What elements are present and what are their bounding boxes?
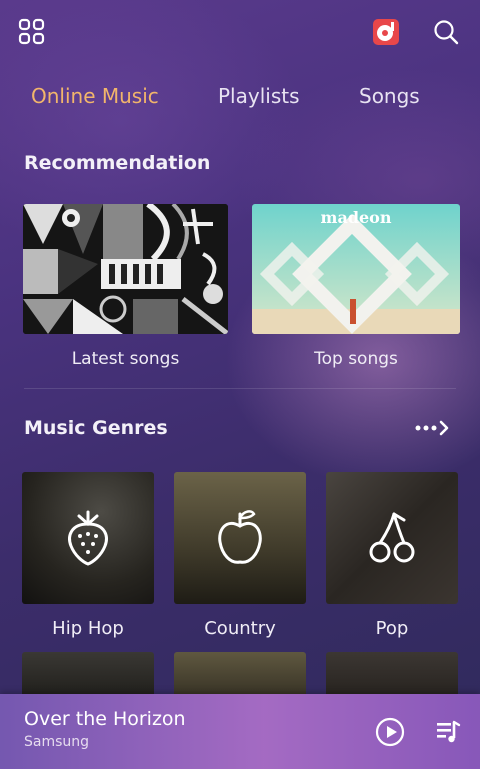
album-art-text: madeon — [320, 208, 392, 227]
top-songs-card[interactable]: madeon Top songs — [252, 204, 460, 374]
genre-tile — [22, 472, 154, 604]
mini-player[interactable]: Over the Horizon Samsung — [0, 694, 480, 769]
cherries-icon — [368, 510, 416, 570]
genre-tile-partial[interactable] — [22, 652, 154, 694]
music-disc-icon[interactable] — [368, 14, 404, 50]
genre-label: Country — [204, 618, 276, 639]
top-bar — [0, 0, 480, 64]
top-songs-label: Top songs — [314, 349, 398, 369]
genre-tile — [174, 472, 306, 604]
recommendation-title: Recommendation — [24, 152, 211, 174]
section-divider — [24, 388, 456, 389]
genre-hip-hop[interactable]: Hip Hop — [22, 472, 154, 639]
tab-online-music[interactable]: Online Music — [31, 70, 159, 122]
search-icon[interactable] — [428, 14, 464, 50]
tab-playlists[interactable]: Playlists — [218, 70, 300, 122]
genre-tile-partial[interactable] — [174, 652, 306, 694]
genre-tile — [326, 472, 458, 604]
genre-pop[interactable]: Pop — [326, 472, 458, 639]
more-arrow-icon[interactable] — [412, 414, 452, 442]
strawberry-icon — [63, 510, 113, 570]
genre-tile-partial[interactable] — [326, 652, 458, 694]
latest-songs-card[interactable]: Latest songs — [23, 204, 228, 374]
genre-label: Hip Hop — [52, 618, 124, 639]
madeon-album-art: madeon — [252, 204, 460, 334]
play-circle-icon[interactable] — [372, 714, 408, 750]
now-playing-artist: Samsung — [24, 734, 90, 750]
music-genres-title: Music Genres — [24, 417, 168, 439]
latest-songs-label: Latest songs — [71, 349, 180, 369]
grid-menu-icon[interactable] — [14, 14, 50, 50]
apple-icon — [216, 508, 264, 570]
playlist-queue-icon[interactable] — [430, 714, 466, 750]
genre-country[interactable]: Country — [174, 472, 306, 639]
tab-bar: Online Music Playlists Songs — [0, 70, 480, 122]
genre-label: Pop — [375, 618, 409, 639]
abstract-mosaic-art — [23, 204, 228, 334]
now-playing-title: Over the Horizon — [24, 708, 186, 730]
tab-songs[interactable]: Songs — [359, 70, 420, 122]
